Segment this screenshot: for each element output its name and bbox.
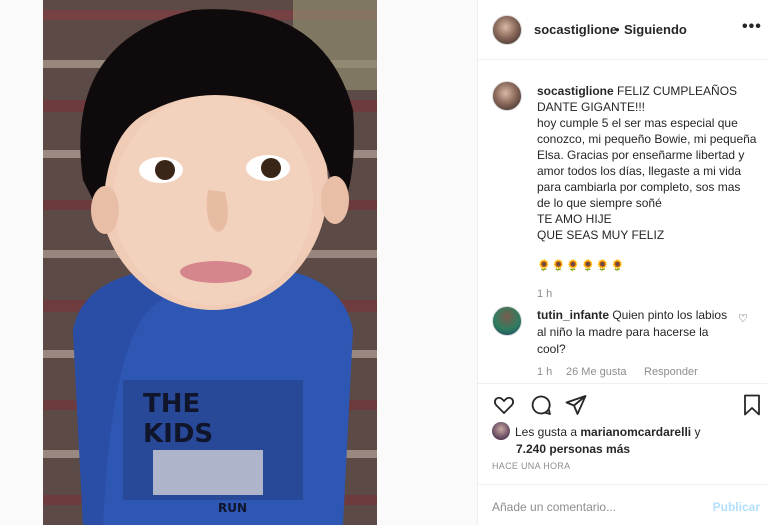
post-photo[interactable]: THE KIDS RUN	[43, 0, 377, 525]
caption-body: FELIZ CUMPLEAÑOS DANTE GIGANTE!!! hoy cu…	[537, 84, 757, 242]
caption-emojis: 🌻🌻🌻🌻🌻🌻	[537, 260, 626, 272]
caption-text: socastiglione FELIZ CUMPLEAÑOS DANTE GIG…	[537, 83, 757, 243]
caption-time: 1 h	[537, 288, 553, 300]
comment-composer: Añade un comentario... Publicar	[478, 484, 767, 525]
liker-avatar	[492, 422, 510, 440]
action-bar	[478, 383, 767, 423]
likes-connector: y	[691, 425, 701, 439]
likes-prefix: Les gusta a	[515, 425, 581, 439]
post-timestamp: HACE UNA HORA	[492, 461, 571, 471]
liker-username[interactable]: marianomcardarelli	[580, 425, 691, 439]
comment-input[interactable]: Añade un comentario...	[492, 500, 616, 514]
post-sidebar: socastiglione • Siguiendo ••• socastigli…	[477, 0, 767, 525]
more-horizontal-icon[interactable]: •••	[742, 18, 762, 36]
comments-list[interactable]: socastiglione FELIZ CUMPLEAÑOS DANTE GIG…	[478, 61, 767, 383]
reply-button[interactable]: Responder	[644, 366, 698, 378]
shirt-text-3: RUN	[218, 501, 247, 515]
caption-username[interactable]: socastiglione	[537, 84, 614, 98]
comment-icon[interactable]	[529, 393, 553, 417]
post-page: THE KIDS RUN socastiglione • Siguiendo •…	[0, 0, 767, 525]
reply-time: 1 h	[537, 366, 553, 378]
child-photo: THE KIDS RUN	[43, 0, 377, 525]
publish-button[interactable]: Publicar	[713, 500, 760, 514]
author-avatar[interactable]	[492, 15, 522, 45]
caption-avatar[interactable]	[492, 81, 522, 111]
share-icon[interactable]	[564, 393, 588, 417]
likes-count[interactable]: 7.240 personas más	[516, 442, 630, 456]
shirt-text-1: THE	[143, 389, 200, 419]
header-separator: •	[615, 22, 620, 37]
reply-text: tutin_infante Quien pinto los labios al …	[537, 307, 737, 358]
likes-summary: Les gusta a marianomcardarelli y 7.240 p…	[492, 422, 762, 458]
heart-icon[interactable]	[492, 393, 516, 417]
shirt-text-2: KIDS	[143, 419, 213, 449]
post-header: socastiglione • Siguiendo •••	[478, 0, 767, 60]
author-username[interactable]: socastiglione	[534, 22, 617, 37]
reply-likes[interactable]: 26 Me gusta	[566, 366, 627, 378]
bookmark-icon[interactable]	[741, 393, 763, 417]
follow-button[interactable]: Siguiendo	[624, 22, 687, 37]
reply-avatar[interactable]	[492, 306, 522, 336]
comment-like-heart-icon[interactable]: ♡	[738, 312, 748, 325]
reply-username[interactable]: tutin_infante	[537, 308, 609, 322]
